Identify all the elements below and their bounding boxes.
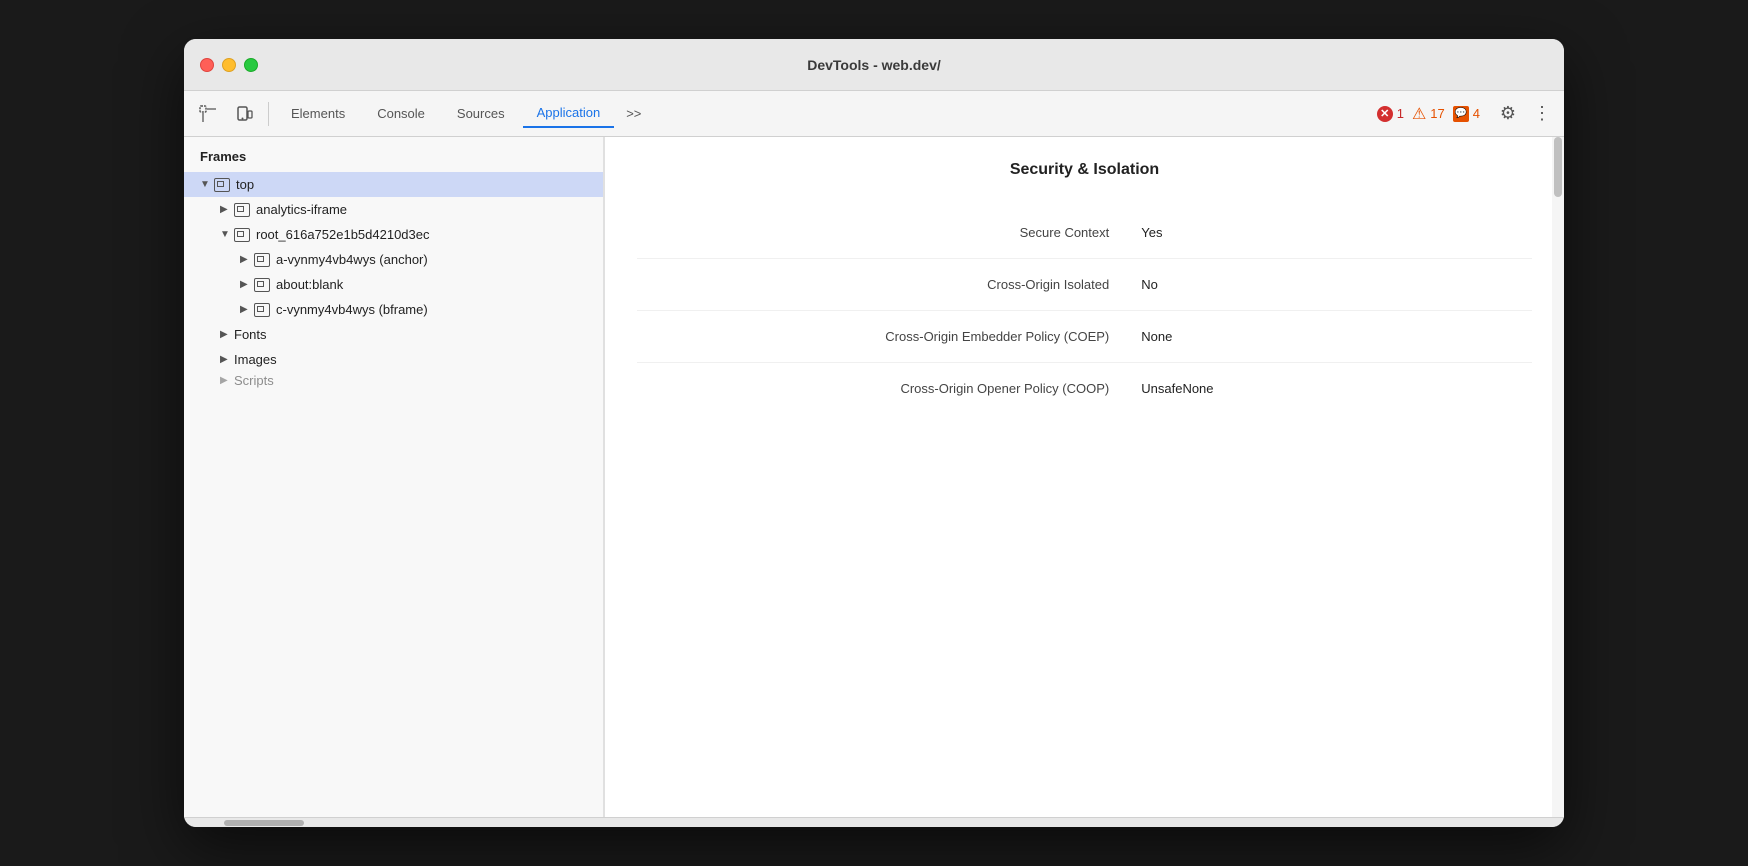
title-bar: DevTools - web.dev/ [184,39,1564,91]
arrow-blank: ▶ [240,279,252,290]
arrow-analytics: ▶ [220,204,232,215]
error-icon: ✕ [1377,106,1393,122]
tab-application[interactable]: Application [523,99,615,128]
traffic-lights [200,58,258,72]
label-cross-origin-isolated: Cross-Origin Isolated [637,259,1129,311]
error-badge: ✕ 1 [1377,106,1404,122]
sidebar-label-anchor: a-vynmy4vb4wys (anchor) [276,252,428,267]
arrow-root: ▼ [220,229,232,240]
more-options-button[interactable]: ⋮ [1528,100,1556,128]
sidebar-item-scripts[interactable]: ▶ Scripts [184,372,603,388]
label-coop: Cross-Origin Opener Policy (COOP) [637,363,1129,415]
table-row-secure-context: Secure Context Yes [637,207,1532,259]
sidebar-item-fonts[interactable]: ▶ Fonts [184,322,603,347]
sidebar-label-fonts: Fonts [234,327,267,342]
devtools-window: DevTools - web.dev/ Elements Console Sou… [184,39,1564,827]
arrow-fonts: ▶ [220,329,232,340]
tab-elements[interactable]: Elements [277,100,359,127]
error-count: 1 [1397,106,1404,121]
tab-sources[interactable]: Sources [443,100,519,127]
info-badge: 💬 4 [1453,106,1480,122]
tab-console[interactable]: Console [363,100,439,127]
frame-icon-root [234,228,250,242]
security-info-table: Secure Context Yes Cross-Origin Isolated… [637,207,1532,414]
value-secure-context: Yes [1129,207,1532,259]
warning-badge: ⚠ 17 [1412,104,1445,124]
main-content: Frames ▼ top ▶ analytics-iframe ▼ root_6… [184,137,1564,817]
sidebar: Frames ▼ top ▶ analytics-iframe ▼ root_6… [184,137,604,817]
frame-icon-top [214,178,230,192]
toolbar-divider [268,102,269,126]
more-tabs-button[interactable]: >> [618,100,649,127]
label-coep: Cross-Origin Embedder Policy (COEP) [637,311,1129,363]
arrow-top: ▼ [200,179,212,190]
table-row-coop: Cross-Origin Opener Policy (COOP) Unsafe… [637,363,1532,415]
arrow-images: ▶ [220,354,232,365]
inspector-button[interactable] [192,98,224,130]
frame-icon-blank [254,278,270,292]
arrow-bframe: ▶ [240,304,252,315]
sidebar-label-top: top [236,177,254,192]
info-count: 4 [1473,106,1480,121]
sidebar-label-images: Images [234,352,277,367]
bottom-scrollbar[interactable] [184,817,1564,827]
close-button[interactable] [200,58,214,72]
sidebar-label-analytics: analytics-iframe [256,202,347,217]
window-title: DevTools - web.dev/ [807,57,941,73]
device-toggle-button[interactable] [228,98,260,130]
sidebar-item-bframe[interactable]: ▶ c-vynmy4vb4wys (bframe) [184,297,603,322]
value-coop: UnsafeNone [1129,363,1532,415]
panel-scrollbar-thumb [1554,137,1562,197]
sidebar-label-scripts: Scripts [234,373,274,388]
sidebar-item-top[interactable]: ▼ top [184,172,603,197]
panel-title: Security & Isolation [637,161,1532,179]
frame-icon-anchor [254,253,270,267]
main-panel: Security & Isolation Secure Context Yes … [605,137,1564,817]
sidebar-item-analytics-iframe[interactable]: ▶ analytics-iframe [184,197,603,222]
bottom-scrollbar-thumb [224,820,304,826]
frame-icon-analytics [234,203,250,217]
arrow-scripts: ▶ [220,375,232,386]
sidebar-label-bframe: c-vynmy4vb4wys (bframe) [276,302,428,317]
sidebar-item-anchor[interactable]: ▶ a-vynmy4vb4wys (anchor) [184,247,603,272]
sidebar-label-root: root_616a752e1b5d4210d3ec [256,227,430,242]
sidebar-item-root[interactable]: ▼ root_616a752e1b5d4210d3ec [184,222,603,247]
frame-icon-bframe [254,303,270,317]
arrow-anchor: ▶ [240,254,252,265]
panel-scrollbar[interactable] [1552,137,1564,817]
warning-count: 17 [1430,106,1444,121]
sidebar-item-images[interactable]: ▶ Images [184,347,603,372]
toolbar: Elements Console Sources Application >> … [184,91,1564,137]
table-row-cross-origin-isolated: Cross-Origin Isolated No [637,259,1532,311]
maximize-button[interactable] [244,58,258,72]
sidebar-label-blank: about:blank [276,277,343,292]
sidebar-item-blank[interactable]: ▶ about:blank [184,272,603,297]
value-cross-origin-isolated: No [1129,259,1532,311]
settings-button[interactable]: ⚙ [1492,98,1524,130]
label-secure-context: Secure Context [637,207,1129,259]
table-row-coep: Cross-Origin Embedder Policy (COEP) None [637,311,1532,363]
sidebar-section-frames: Frames [184,137,603,172]
minimize-button[interactable] [222,58,236,72]
info-icon: 💬 [1453,106,1469,122]
value-coep: None [1129,311,1532,363]
